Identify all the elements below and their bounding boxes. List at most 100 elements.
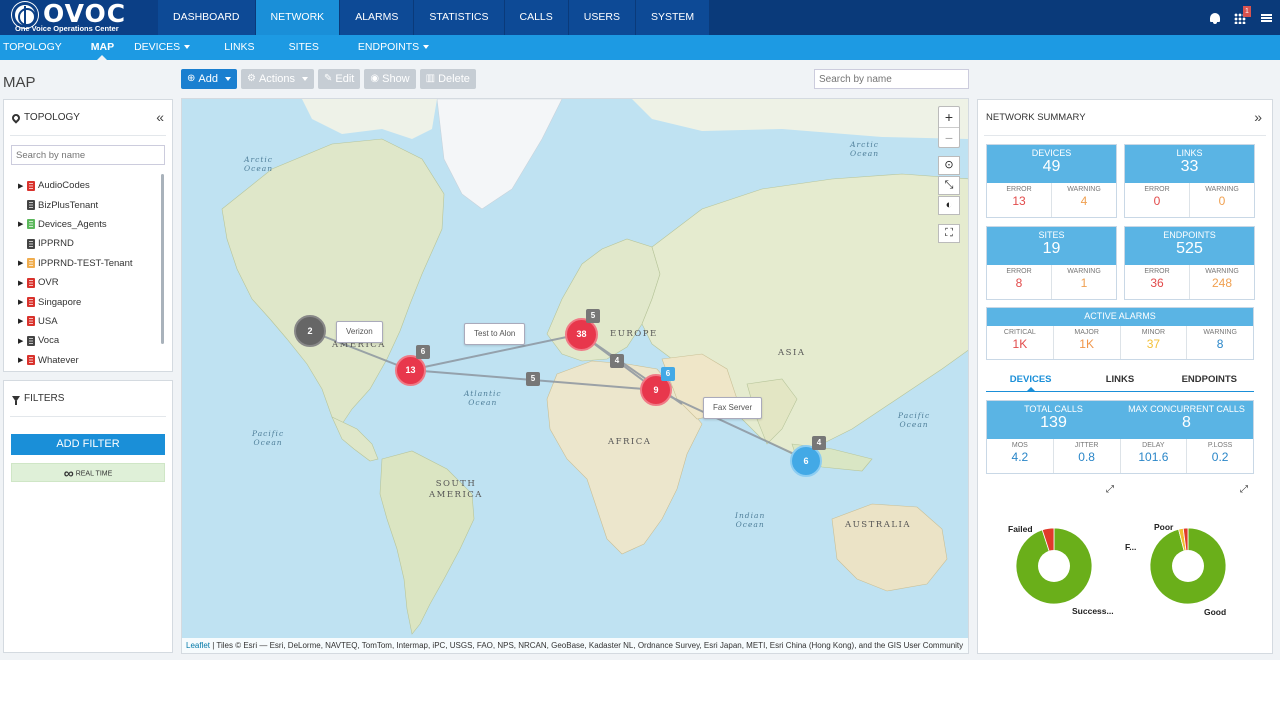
- nav-alarms[interactable]: ALARMS: [340, 0, 415, 35]
- endpoints-card[interactable]: ENDPOINTS 525 ERROR 36 WARNING 248: [1124, 226, 1255, 300]
- locate-icon[interactable]: ⊙: [938, 156, 960, 175]
- resize-icon[interactable]: ⤡: [938, 176, 960, 195]
- links-warning: 0: [1218, 194, 1226, 208]
- caret-right-icon[interactable]: ▶: [18, 356, 27, 364]
- tree-item-label: AudioCodes: [38, 180, 90, 192]
- ovoc-logo[interactable]: OVOC One Voice Operations Center: [0, 0, 158, 35]
- south-america-label: SOUTH AMERICA: [429, 479, 483, 500]
- subnav-endpoints[interactable]: ENDPOINTS: [338, 35, 441, 60]
- link-label-fax-server[interactable]: Fax Server: [703, 397, 763, 419]
- asia-label: ASIA: [778, 348, 806, 358]
- apps-grid-icon[interactable]: 1: [1228, 0, 1254, 35]
- nav-dashboard[interactable]: DASHBOARD: [158, 0, 256, 35]
- link-count-chip[interactable]: 6: [416, 345, 430, 359]
- chevron-down-icon: [302, 77, 309, 81]
- links-card[interactable]: LINKS 33 ERROR 0 WARNING 0: [1124, 144, 1255, 218]
- map-attribution: Leaflet | Tiles © Esri — Esri, DeLorme, …: [182, 638, 968, 653]
- link-label-test-to-alon[interactable]: Test to Alon: [464, 323, 526, 345]
- success-rate-donut[interactable]: [1014, 526, 1094, 606]
- topology-search-input[interactable]: [11, 145, 165, 165]
- nav-network[interactable]: NETWORK: [255, 0, 341, 35]
- caret-right-icon[interactable]: ▶: [18, 259, 27, 267]
- building-icon: [27, 335, 35, 346]
- caret-right-icon[interactable]: ▶: [18, 182, 27, 190]
- fullscreen-icon[interactable]: ⤢: [1106, 484, 1114, 495]
- show-button[interactable]: ◉ Show: [364, 69, 416, 89]
- tree-scrollbar[interactable]: [161, 174, 164, 344]
- call-quality-donut[interactable]: [1148, 526, 1228, 606]
- nav-statistics[interactable]: STATISTICS: [414, 0, 505, 35]
- link-count-chip[interactable]: 4: [812, 436, 826, 450]
- topology-tree: ▶ AudioCodes BizPlusTenant ▶ Devices_Agents I…: [18, 176, 158, 370]
- menu-icon[interactable]: [1254, 0, 1280, 35]
- caret-right-icon[interactable]: ▶: [18, 220, 27, 228]
- map-search-input[interactable]: [814, 69, 969, 89]
- subnav-devices[interactable]: DEVICES: [131, 35, 202, 60]
- link-count-chip[interactable]: 4: [610, 354, 624, 368]
- subnav-sites[interactable]: SITES: [274, 35, 331, 60]
- cluster-marker-na-west[interactable]: 2: [294, 315, 326, 347]
- nav-system[interactable]: SYSTEM: [635, 0, 711, 35]
- links-count: 33: [1180, 158, 1199, 175]
- delete-button[interactable]: ▥ Delete: [419, 69, 476, 89]
- tree-item[interactable]: ▶ IPPRND-TEST-Tenant: [18, 254, 158, 273]
- link-count-chip[interactable]: 5: [526, 372, 540, 386]
- tree-item-label: Devices_Agents: [38, 218, 107, 230]
- add-filter-button[interactable]: ADD FILTER: [11, 434, 165, 455]
- tree-item[interactable]: ▶ Devices_Agents: [18, 215, 158, 234]
- subnav-map[interactable]: MAP: [81, 35, 124, 60]
- caret-right-icon[interactable]: ▶: [18, 279, 27, 287]
- sites-count: 19: [1042, 240, 1061, 257]
- tree-item[interactable]: ▶ Singapore: [18, 292, 158, 311]
- active-alarms-card[interactable]: ACTIVE ALARMS CRITICAL 1K MAJOR 1K MINOR 37…: [986, 307, 1254, 360]
- hide-eye-icon[interactable]: ◐: [938, 196, 960, 215]
- tree-item[interactable]: ▶ OVR: [18, 273, 158, 292]
- atlantic-ocean-label: Atlantic Ocean: [464, 389, 502, 407]
- cluster-marker-na-east[interactable]: 13: [395, 355, 426, 386]
- bell-icon[interactable]: [1202, 0, 1228, 35]
- add-button[interactable]: ⊕ Add: [181, 69, 237, 89]
- nav-calls[interactable]: CALLS: [504, 0, 569, 35]
- tree-item[interactable]: ▶ Whatever: [18, 351, 158, 370]
- subnav-topology[interactable]: TOPOLOGY: [0, 35, 74, 60]
- leaflet-link[interactable]: Leaflet: [186, 641, 210, 650]
- link-count-chip[interactable]: 6: [661, 367, 675, 381]
- tab-endpoints[interactable]: ENDPOINTS: [1165, 372, 1254, 391]
- subnav-links[interactable]: LINKS: [209, 35, 266, 60]
- caret-right-icon[interactable]: ▶: [18, 298, 27, 306]
- caret-right-icon[interactable]: ▶: [18, 317, 27, 325]
- world-map[interactable]: Arctic Ocean Arctic Ocean Pacific Ocean …: [181, 98, 969, 654]
- edit-button[interactable]: ✎ Edit: [318, 69, 361, 89]
- logo-subtitle: One Voice Operations Center: [15, 24, 119, 33]
- zoom-in-button[interactable]: +: [939, 107, 959, 127]
- tab-devices[interactable]: DEVICES: [986, 372, 1075, 392]
- tree-item[interactable]: ▶ AudioCodes: [18, 176, 158, 195]
- expand-right-icon[interactable]: »: [1254, 109, 1262, 125]
- tree-item[interactable]: ▶ USA: [18, 312, 158, 331]
- real-time-toggle[interactable]: ∞ REAL TIME: [11, 463, 165, 482]
- collapse-left-icon[interactable]: «: [156, 109, 164, 125]
- calls-card[interactable]: TOTAL CALLS 139 MAX CONCURRENT CALLS 8 MOS…: [986, 400, 1254, 474]
- tree-item[interactable]: ▶ Voca: [18, 331, 158, 350]
- zoom-out-button[interactable]: −: [939, 127, 959, 147]
- alarms-warning: 8: [1216, 337, 1224, 351]
- donut-hole: [1172, 550, 1204, 582]
- devices-card[interactable]: DEVICES 49 ERROR 13 WARNING 4: [986, 144, 1117, 218]
- alarms-major: 1K: [1079, 337, 1094, 351]
- tree-item[interactable]: BizPlusTenant: [18, 195, 158, 214]
- devices-count: 49: [1042, 158, 1061, 175]
- building-icon: [27, 238, 35, 249]
- links-error: 0: [1153, 194, 1161, 208]
- sub-nav-bar: TOPOLOGY MAP DEVICES LINKS SITES ENDPOIN…: [0, 35, 1280, 60]
- filters-panel: FILTERS ADD FILTER ∞ REAL TIME: [3, 380, 173, 653]
- nav-users[interactable]: USERS: [568, 0, 636, 35]
- caret-right-icon[interactable]: ▶: [18, 337, 27, 345]
- tree-item[interactable]: IPPRND: [18, 234, 158, 253]
- fullscreen-icon[interactable]: ⤢: [1240, 484, 1248, 495]
- link-label-verizon[interactable]: Verizon: [336, 321, 383, 343]
- link-count-chip[interactable]: 5: [586, 309, 600, 323]
- actions-button[interactable]: ⚙ Actions: [240, 69, 315, 89]
- sites-card[interactable]: SITES 19 ERROR 8 WARNING 1: [986, 226, 1117, 300]
- fit-bounds-icon[interactable]: ⛶: [938, 224, 960, 243]
- tab-links[interactable]: LINKS: [1075, 372, 1164, 391]
